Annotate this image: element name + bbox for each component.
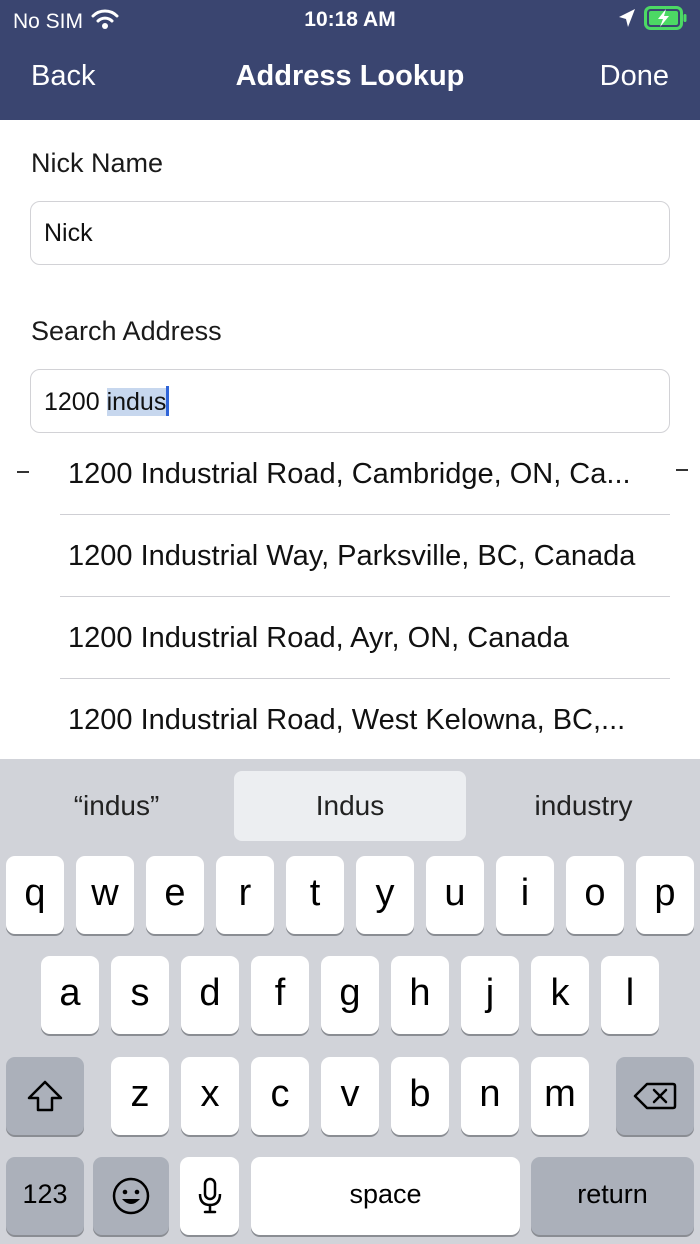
address-suggestions: 1200 Industrial Road, Cambridge, ON, Ca.…	[0, 433, 700, 761]
navigation-bar: Back Address Lookup Done	[0, 40, 700, 120]
key-s[interactable]: s	[111, 956, 169, 1034]
suggestion-text: 1200 Industrial Road, Ayr, ON, Canada	[68, 622, 569, 654]
nickname-field-container	[30, 201, 670, 265]
key-t[interactable]: t	[286, 856, 344, 934]
key-q[interactable]: q	[6, 856, 64, 934]
key-u[interactable]: u	[426, 856, 484, 934]
key-v[interactable]: v	[321, 1057, 379, 1135]
key-l[interactable]: l	[601, 956, 659, 1034]
numbers-key[interactable]: 123	[6, 1157, 84, 1235]
battery-charging-icon	[644, 6, 688, 36]
emoji-key[interactable]	[93, 1157, 169, 1235]
microphone-key[interactable]	[180, 1157, 239, 1235]
keyboard: “indus” Indus industry q w e r t y u i o…	[0, 759, 700, 1244]
key-i[interactable]: i	[496, 856, 554, 934]
page-title: Address Lookup	[235, 60, 465, 92]
suggestion-text: 1200 Industrial Way, Parksville, BC, Can…	[68, 540, 636, 572]
key-e[interactable]: e	[146, 856, 204, 934]
search-value-selection: indus	[106, 388, 167, 416]
key-h[interactable]: h	[391, 956, 449, 1034]
emoji-icon	[111, 1173, 151, 1215]
key-g[interactable]: g	[321, 956, 379, 1034]
prediction-middle[interactable]: Indus	[234, 771, 466, 841]
microphone-icon	[197, 1173, 223, 1215]
search-address-label: Search Address	[31, 316, 222, 346]
suggestion-item[interactable]: 1200 Industrial Way, Parksville, BC, Can…	[60, 515, 670, 597]
suggestion-item[interactable]: 1200 Industrial Road, Ayr, ON, Canada	[60, 597, 670, 679]
return-key[interactable]: return	[531, 1157, 694, 1235]
text-caret	[166, 386, 170, 416]
prediction-right[interactable]: industry	[467, 771, 700, 841]
header: No SIM 10:18 AM Back Address Lookup Done	[0, 0, 700, 120]
key-m[interactable]: m	[531, 1057, 589, 1135]
shift-icon	[26, 1073, 64, 1115]
key-x[interactable]: x	[181, 1057, 239, 1135]
suggestion-item[interactable]: 1200 Industrial Road, West Kelowna, BC,.…	[60, 679, 670, 761]
search-address-field[interactable]: 1200 indus	[30, 369, 670, 433]
search-address-text: 1200 indus	[44, 386, 170, 417]
divider-tick-left	[17, 471, 29, 473]
suggestion-text: 1200 Industrial Road, West Kelowna, BC,.…	[68, 704, 626, 736]
location-arrow-icon	[618, 8, 636, 34]
key-p[interactable]: p	[636, 856, 694, 934]
key-z[interactable]: z	[111, 1057, 169, 1135]
delete-icon	[633, 1073, 677, 1115]
key-a[interactable]: a	[41, 956, 99, 1034]
status-bar: No SIM 10:18 AM	[0, 0, 700, 40]
key-d[interactable]: d	[181, 956, 239, 1034]
suggestion-text: 1200 Industrial Road, Cambridge, ON, Ca.…	[68, 458, 631, 490]
nickname-label: Nick Name	[31, 148, 164, 178]
key-c[interactable]: c	[251, 1057, 309, 1135]
key-k[interactable]: k	[531, 956, 589, 1034]
predictive-bar: “indus” Indus industry	[0, 759, 700, 847]
search-value-prefix: 1200	[44, 388, 107, 416]
nickname-field[interactable]	[31, 202, 669, 264]
divider-tick-right	[676, 469, 688, 471]
key-n[interactable]: n	[461, 1057, 519, 1135]
key-b[interactable]: b	[391, 1057, 449, 1135]
key-j[interactable]: j	[461, 956, 519, 1034]
key-r[interactable]: r	[216, 856, 274, 934]
space-key[interactable]: space	[251, 1157, 520, 1235]
key-y[interactable]: y	[356, 856, 414, 934]
key-w[interactable]: w	[76, 856, 134, 934]
shift-key[interactable]	[6, 1057, 84, 1135]
status-time: 10:18 AM	[304, 8, 396, 31]
prediction-quoted[interactable]: “indus”	[0, 771, 233, 841]
suggestion-item[interactable]: 1200 Industrial Road, Cambridge, ON, Ca.…	[60, 433, 670, 515]
key-o[interactable]: o	[566, 856, 624, 934]
delete-key[interactable]	[616, 1057, 694, 1135]
status-right	[618, 6, 688, 36]
key-f[interactable]: f	[251, 956, 309, 1034]
done-button[interactable]: Done	[600, 60, 669, 93]
